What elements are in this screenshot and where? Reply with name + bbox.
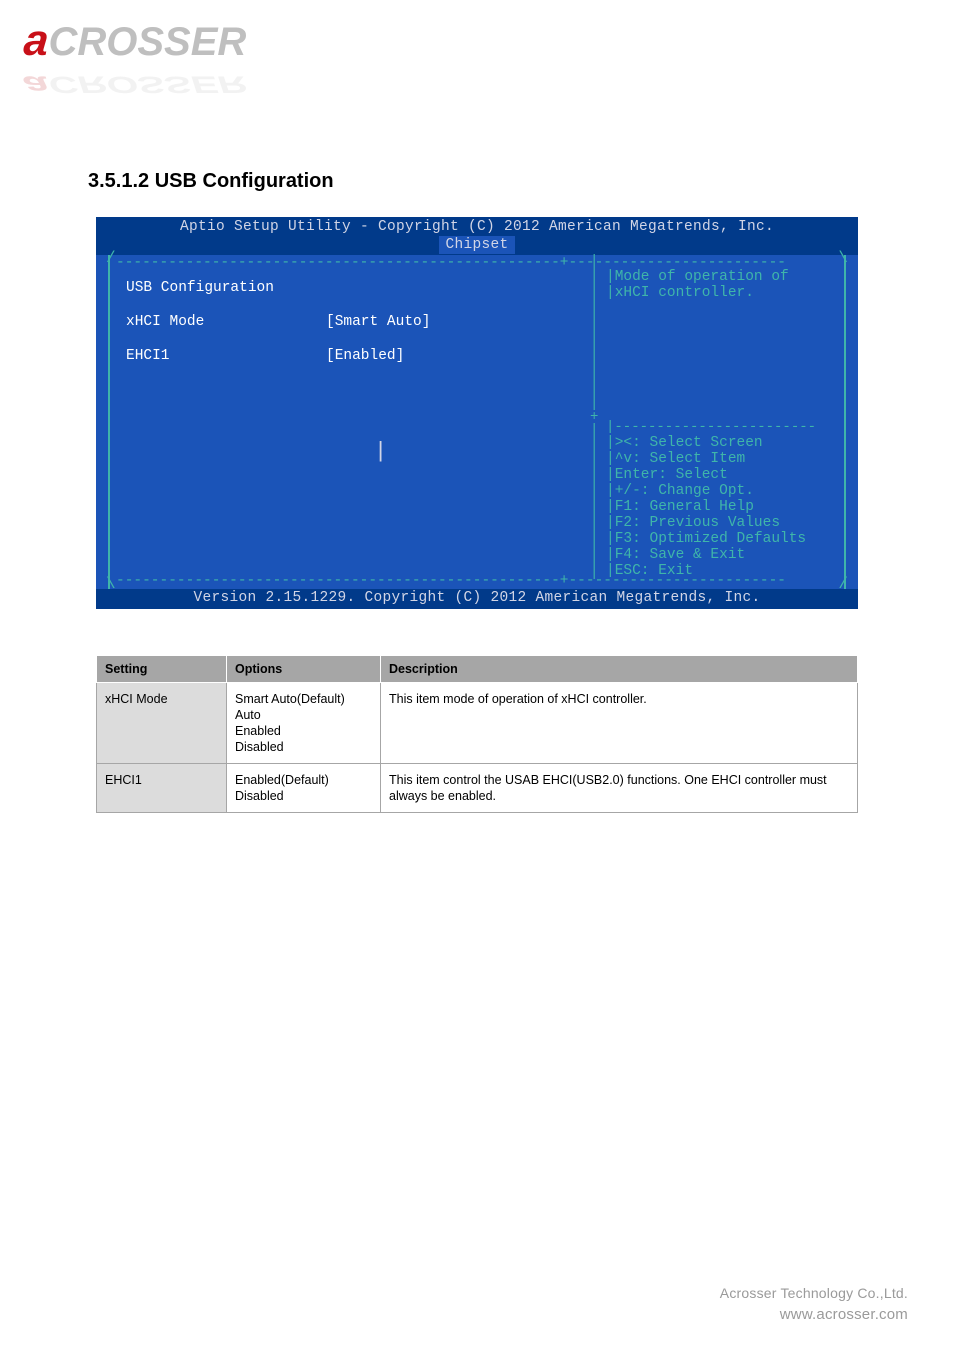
bios-row-ehci: EHCI1 [Enabled] bbox=[126, 339, 586, 373]
th-options: Options bbox=[227, 656, 381, 683]
cell-options: Smart Auto(Default) Auto Enabled Disable… bbox=[227, 683, 381, 764]
bios-screenshot: Aptio Setup Utility - Copyright (C) 2012… bbox=[96, 217, 858, 629]
section-heading: 3.5.1.2 USB Configuration bbox=[88, 170, 866, 193]
cell-setting: EHCI1 bbox=[97, 764, 227, 813]
bios-header: Aptio Setup Utility - Copyright (C) 2012… bbox=[96, 217, 858, 255]
bios-hint: |Mode of operation of |xHCI controller. bbox=[606, 269, 840, 301]
footer-company: Acrosser Technology Co.,Ltd. bbox=[720, 1282, 908, 1304]
bios-title-line1: Aptio Setup Utility - Copyright (C) 2012… bbox=[96, 218, 858, 236]
brand-logo-text: aCROSSER bbox=[24, 16, 314, 66]
options-table: Setting Options Description xHCI Mode Sm… bbox=[96, 655, 858, 813]
bios-cursor: | bbox=[374, 439, 387, 464]
bios-separator: | | | | | | | | | | | | + | | | | | | | … bbox=[590, 255, 600, 589]
bios-row-xhci: xHCI Mode [Smart Auto] bbox=[126, 305, 586, 339]
brand-logo-reflection: aCROSSER bbox=[24, 70, 246, 100]
bios-row-ehci-label: EHCI1 bbox=[126, 339, 326, 373]
table-row: EHCI1 Enabled(Default) Disabled This ite… bbox=[97, 764, 858, 813]
bios-section-title: USB Configuration bbox=[126, 271, 586, 305]
bios-hint-line1: Mode of operation of bbox=[615, 269, 789, 285]
bios-footer: Version 2.15.1229. Copyright (C) 2012 Am… bbox=[96, 589, 858, 609]
th-description: Description bbox=[381, 656, 858, 683]
bios-row-ehci-value: [Enabled] bbox=[326, 339, 404, 373]
bios-hint-line2: xHCI controller. bbox=[615, 285, 754, 301]
footer-website: www.acrosser.com bbox=[720, 1304, 908, 1326]
bios-right-divider: |------------------------ bbox=[606, 419, 840, 435]
brand-logo-first-letter: a bbox=[22, 16, 51, 66]
cell-description: This item mode of operation of xHCI cont… bbox=[381, 683, 858, 764]
bios-title-tab: Chipset bbox=[439, 236, 514, 254]
table-header-row: Setting Options Description bbox=[97, 656, 858, 683]
cell-description: This item control the USAB EHCI(USB2.0) … bbox=[381, 764, 858, 813]
cell-setting: xHCI Mode bbox=[97, 683, 227, 764]
th-setting: Setting bbox=[97, 656, 227, 683]
bios-row-xhci-value: [Smart Auto] bbox=[326, 305, 430, 339]
brand-logo-rest: CROSSER bbox=[48, 20, 246, 64]
bios-row-xhci-label: xHCI Mode bbox=[126, 305, 326, 339]
page-footer: Acrosser Technology Co.,Ltd. www.acrosse… bbox=[720, 1282, 908, 1326]
brand-logo: aCROSSER aCROSSER bbox=[24, 16, 314, 76]
bios-help: |><: Select Screen |^v: Select Item |Ent… bbox=[606, 435, 840, 579]
table-row: xHCI Mode Smart Auto(Default) Auto Enabl… bbox=[97, 683, 858, 764]
bios-left-panel: USB Configuration xHCI Mode [Smart Auto]… bbox=[126, 271, 586, 373]
bios-body: / \ \ / --------------------------------… bbox=[96, 255, 858, 589]
cell-options: Enabled(Default) Disabled bbox=[227, 764, 381, 813]
